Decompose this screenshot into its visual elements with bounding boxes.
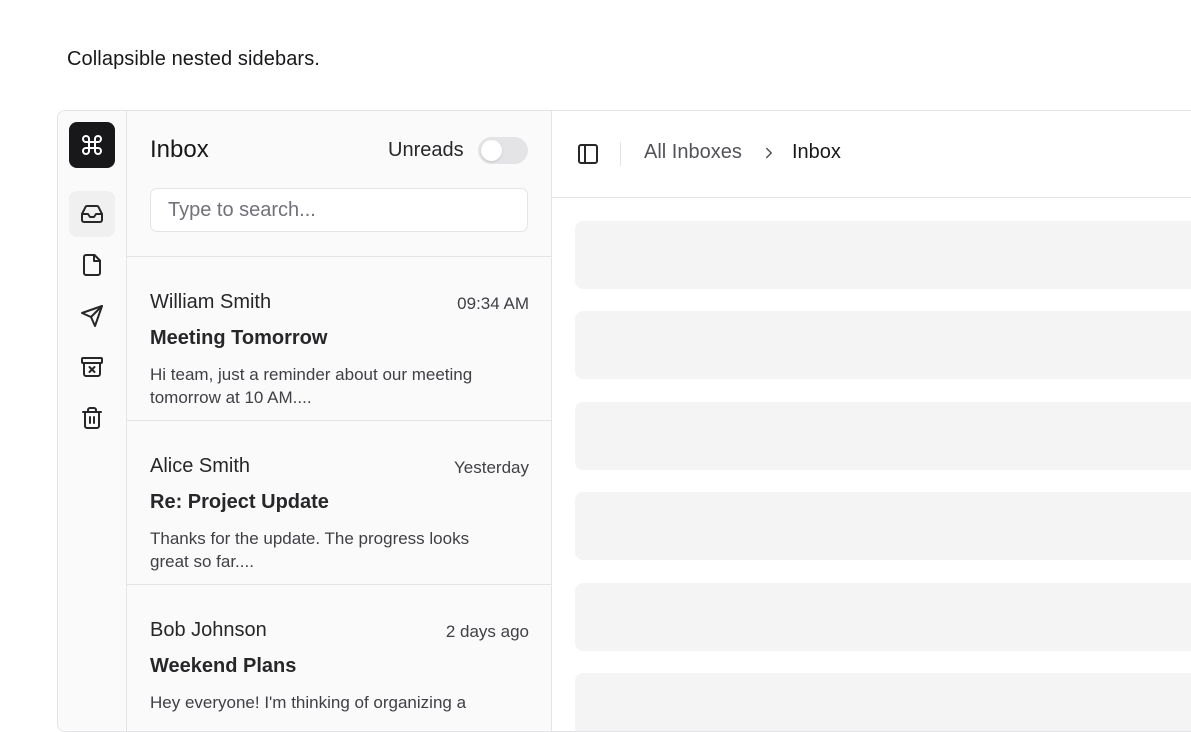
skeleton-placeholder [575,673,1191,731]
app-logo-button[interactable] [69,122,115,168]
skeleton-placeholder [575,311,1191,379]
mail-time: 2 days ago [445,622,529,641]
mail-subject: Weekend Plans [150,655,297,677]
mail-preview: Thanks for the update. The progress look… [150,529,470,571]
panel-title: Inbox [150,136,209,163]
unreads-toggle[interactable] [478,137,528,164]
search-input[interactable] [150,188,528,232]
archive-x-icon [80,355,104,379]
panel-left-icon [576,142,600,166]
inbox-icon [80,202,104,226]
mail-subject: Re: Project Update [150,491,329,513]
command-icon [80,133,104,157]
nav-sent-button[interactable] [69,293,115,339]
icon-rail [58,111,127,731]
breadcrumb-link-all-inboxes[interactable]: All Inboxes [644,141,742,164]
chevron-right-icon [760,144,778,162]
inbox-panel: Inbox Unreads William Smith 09:34 AM Mee… [127,111,552,731]
skeleton-placeholder [575,492,1191,560]
trash-icon [80,406,104,430]
send-icon [80,304,104,328]
skeleton-placeholder [575,402,1191,470]
mail-sender: Bob Johnson [150,619,267,641]
mail-subject: Meeting Tomorrow [150,327,328,349]
main-header: All Inboxes Inbox [552,111,1191,198]
mail-sender: Alice Smith [150,455,251,477]
mail-time: Yesterday [454,458,529,477]
skeleton-placeholder [575,221,1191,289]
mail-item[interactable]: Bob Johnson 2 days ago Weekend Plans Hey… [127,585,551,731]
skeleton-placeholder [575,583,1191,651]
toggle-knob [481,140,502,161]
inbox-panel-header: Inbox Unreads [127,111,551,257]
nav-trash-button[interactable] [69,395,115,441]
mail-preview: Hey everyone! I'm thinking of organizing… [150,693,467,712]
breadcrumb-current-page: Inbox [792,141,841,163]
header-divider [620,142,621,166]
nav-drafts-button[interactable] [69,242,115,288]
mail-time: 09:34 AM [457,294,529,313]
page-caption: Collapsible nested sidebars. [67,48,320,70]
nav-inbox-button[interactable] [69,191,115,237]
mail-item[interactable]: Alice Smith Yesterday Re: Project Update… [127,421,551,585]
mail-item[interactable]: William Smith 09:34 AM Meeting Tomorrow … [127,257,551,421]
unreads-label: Unreads [388,139,464,161]
mail-sender: William Smith [150,291,272,313]
file-icon [80,253,104,277]
sidebar-toggle-button[interactable] [575,141,601,167]
mail-preview: Hi team, just a reminder about our meeti… [150,365,473,407]
nav-junk-button[interactable] [69,344,115,390]
main-content: All Inboxes Inbox [552,111,1191,731]
app-frame: Inbox Unreads William Smith 09:34 AM Mee… [57,110,1191,732]
